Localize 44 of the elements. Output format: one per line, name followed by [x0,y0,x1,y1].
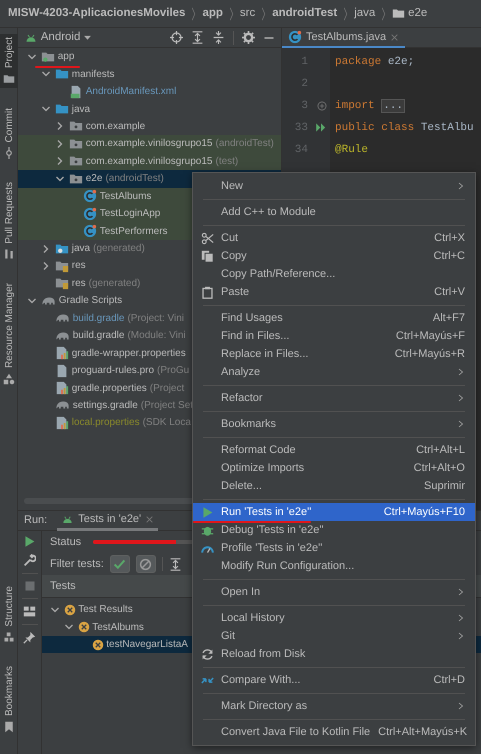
code-line: package e2e; [335,54,414,70]
tree-note: (androidTest) [215,137,274,152]
code-line: public class TestAlbu [335,120,474,136]
tree-label: java [72,102,90,117]
tree-label: res [72,259,86,274]
tree-note: (generated) [93,242,145,256]
tree-label: app [58,50,74,64]
tree-note: (SDK Loca [142,416,191,430]
tree-label: com.example.vinilosgrupo15 [86,137,212,152]
tree-label: TestAlbums [100,190,152,204]
test-label: testNavegarListaA [106,638,188,652]
panel-title: Run: [24,513,48,528]
tree-label: AndroidManifest.xml [86,85,176,100]
test-label: TestAlbums [92,620,144,634]
tree-note: (test) [215,154,238,169]
tree-note: (ProGu [157,364,190,378]
tree-note: (androidTest) [105,172,164,186]
tree-label: manifests [72,68,115,82]
tree-note: (Project Set [140,398,194,413]
code-line: @Rule [335,142,368,158]
code-line: import ... [335,98,406,114]
tree-label: com.example [86,120,146,134]
tree-label: TestPerformers [100,224,168,239]
tree-label: settings.gradle [72,398,138,413]
tree-label: Gradle Scripts [58,294,122,308]
tree-note: (Project: Vini [127,312,184,326]
tree-note: (Project [150,382,184,396]
tree-label: TestLoginApp [100,207,160,222]
tree-note: (Module: Vini [127,329,186,344]
test-label: Test Results [78,603,133,617]
tree-label: com.example.vinilosgrupo15 [86,154,212,169]
tree-label: build.gradle [72,312,124,326]
tree-label: local.properties [72,416,140,430]
tree-label: java [72,242,90,256]
tree-label: e2e [86,172,102,186]
tree-label: build.gradle [72,329,124,344]
tree-label: gradle.properties [72,382,147,396]
tree-label: proguard-rules.pro [72,364,154,378]
status-label: Status [50,534,82,550]
column-header: Tests [50,578,76,594]
tree-note: (generated) [88,276,140,291]
tree-label: gradle-wrapper.properties [72,346,186,361]
filter-label: Filter tests: [50,556,104,572]
tree-label: res [72,276,86,291]
